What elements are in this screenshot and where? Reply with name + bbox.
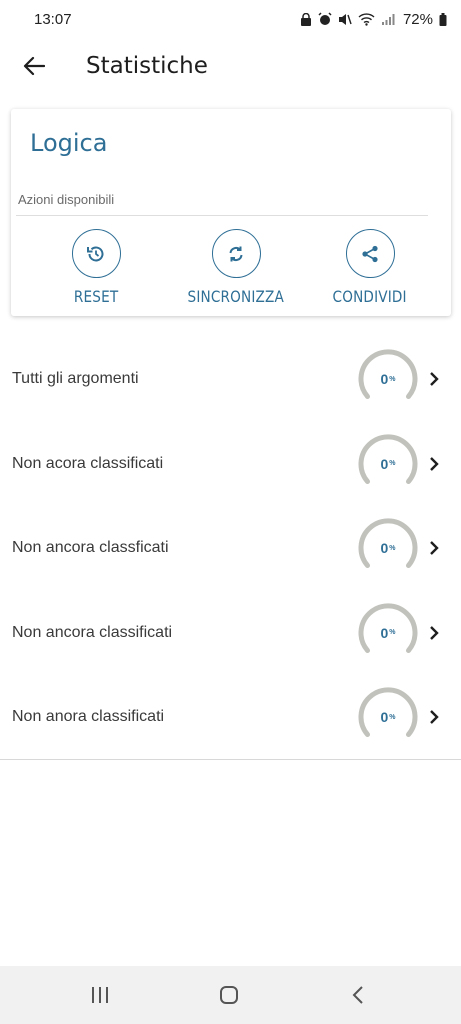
history-icon [87,246,104,261]
sync-circle [211,229,261,278]
card-subtitle: Azioni disponibili [18,192,115,207]
progress-gauge: 0% [357,433,419,495]
sync-icon [229,246,243,261]
home-icon [220,986,238,1004]
action-bar: RESET SINCRONIZZA CONDIVIDI [11,229,451,309]
app-bar: Statistiche [0,38,461,94]
reset-button[interactable]: RESET [26,229,166,306]
progress-gauge: 0% [357,686,419,748]
progress-gauge: 0% [357,348,419,410]
chevron-right-icon [430,625,439,640]
sync-button[interactable]: SINCRONIZZA [166,229,306,306]
stat-label: Tutti gli argomenti [12,370,139,388]
gauge-value: 0 [380,709,389,726]
gauge-unit: % [389,460,396,468]
nav-back-button[interactable] [328,966,388,1024]
share-circle [345,229,395,278]
back-button[interactable] [10,42,58,90]
status-time: 13:07 [34,10,72,28]
recents-icon [92,987,108,1003]
wifi-icon [358,12,375,26]
page-title: Statistiche [86,53,208,79]
gauge-unit: % [389,375,396,383]
card-title: Logica [30,129,108,157]
gauge-unit: % [389,544,396,552]
gauge-value: 0 [380,624,389,641]
stat-label: Non ancora classificati [12,623,173,641]
reset-circle [71,229,121,278]
home-button[interactable] [199,966,259,1024]
stat-list: Tutti gli argomenti 0% Non acora classif… [0,337,461,760]
stat-row[interactable]: Tutti gli argomenti 0% [0,337,461,422]
alarm-icon [318,12,332,25]
card-divider [16,215,428,216]
sync-label: SINCRONIZZA [187,287,285,306]
battery-icon [439,12,447,26]
gauge-unit: % [389,713,396,721]
stat-label: Non anora classificati [12,708,165,726]
stat-row[interactable]: Non ancora classificati 0% [0,591,461,676]
chevron-right-icon [430,710,439,725]
progress-gauge: 0% [357,602,419,664]
gauge-value: 0 [380,371,389,388]
share-button[interactable]: CONDIVIDI [300,229,440,306]
share-label: CONDIVIDI [332,287,408,306]
gauge-value: 0 [380,455,389,472]
back-icon [352,986,363,1004]
list-divider [0,759,461,760]
chevron-right-icon [430,541,439,556]
battery-percent: 72% [402,10,433,28]
chevron-right-icon [430,372,439,387]
stat-row[interactable]: Non anora classificati 0% [0,675,461,760]
progress-gauge: 0% [357,517,419,579]
arrow-back-icon [23,56,45,76]
gauge-unit: % [389,629,396,637]
share-icon [362,245,378,262]
reset-label: RESET [73,287,119,306]
subject-card: Logica Azioni disponibili RESET SINCRONI… [11,109,451,316]
stat-label: Non acora classificati [12,454,164,472]
status-icons: 72% [300,11,447,28]
stat-row[interactable]: Non ancora classficati 0% [0,506,461,591]
stat-row[interactable]: Non acora classificati 0% [0,422,461,507]
mute-icon [338,13,352,25]
chevron-right-icon [430,456,439,471]
signal-icon [381,13,395,25]
recents-button[interactable] [70,966,130,1024]
lock-icon [300,12,311,26]
gauge-value: 0 [380,540,389,557]
stat-label: Non ancora classficati [12,539,169,557]
status-bar: 13:07 72% [0,0,461,38]
system-nav-bar [0,966,461,1024]
